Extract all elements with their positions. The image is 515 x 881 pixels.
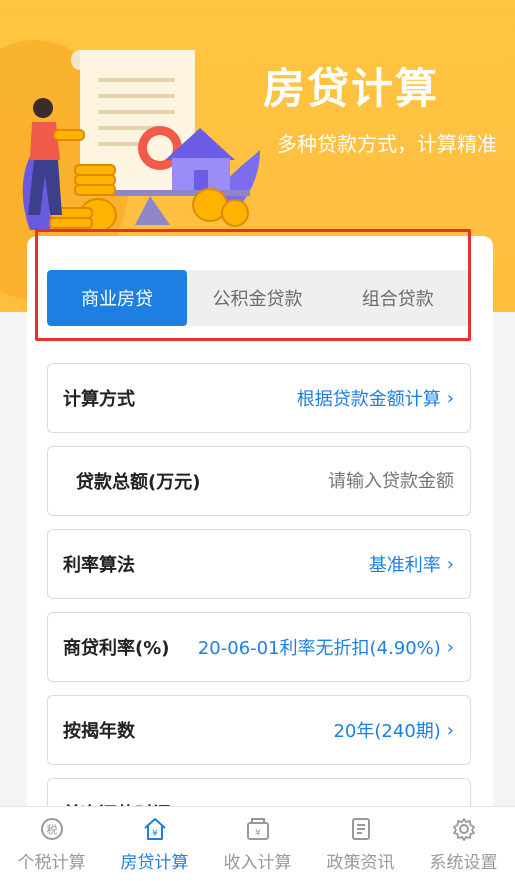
tabbar-item-house-loan[interactable]: ¥ 房贷计算 (103, 807, 206, 881)
tax-icon: 税 (40, 817, 63, 840)
svg-text:¥: ¥ (152, 829, 158, 839)
tabbar-item-income[interactable]: ¥ 收入计算 (206, 807, 309, 881)
commercial-rate-label: 商贷利率(%) (63, 638, 170, 659)
commercial-rate-row[interactable]: 商贷利率(%) 20-06-01利率无折扣(4.90%) › (47, 612, 471, 682)
years-value[interactable]: 20年(240期) › (333, 717, 454, 743)
tabbar-label: 系统设置 (429, 852, 498, 873)
rate-method-label: 利率算法 (63, 555, 135, 576)
page-title: 房贷计算 (262, 64, 439, 113)
calc-method-value-text: 根据贷款金额计算 (296, 389, 441, 410)
tabbar-item-tax[interactable]: 税 个税计算 (0, 807, 103, 881)
svg-text:¥: ¥ (255, 828, 261, 838)
rate-method-value-text: 基准利率 (368, 555, 441, 576)
loan-total-input[interactable] (274, 470, 454, 492)
loan-type-tabs: 商业房贷 公积金贷款 组合贷款 (47, 270, 468, 326)
calc-method-value[interactable]: 根据贷款金额计算 › (297, 385, 454, 411)
tab-commercial-loan[interactable]: 商业房贷 (47, 270, 188, 326)
years-label: 按揭年数 (63, 721, 135, 742)
calc-method-row[interactable]: 计算方式 根据贷款金额计算 › (47, 363, 471, 433)
tab-provident-fund-loan[interactable]: 公积金贷款 (187, 270, 327, 326)
loan-total-row: 贷款总额(万元) (47, 446, 471, 516)
chevron-right-icon: › (446, 553, 454, 575)
tabbar-label: 政策资讯 (326, 852, 395, 873)
commercial-rate-value[interactable]: 20-06-01利率无折扣(4.90%) › (198, 634, 454, 660)
wallet-icon: ¥ (246, 817, 269, 840)
loan-total-label: 贷款总额(万元) (76, 472, 201, 493)
years-value-text: 20年(240期) (333, 721, 441, 742)
document-icon (351, 817, 370, 840)
tabbar-label: 房贷计算 (120, 852, 189, 873)
bottom-tab-bar: 税 个税计算 ¥ 房贷计算 ¥ 收入计算 政策资讯 系统设置 (0, 806, 515, 881)
years-row[interactable]: 按揭年数 20年(240期) › (47, 695, 471, 765)
mortgage-illustration-icon (22, 50, 260, 232)
tabbar-item-settings[interactable]: 系统设置 (412, 807, 515, 881)
rate-method-value[interactable]: 基准利率 › (369, 551, 454, 577)
chevron-right-icon: › (446, 719, 454, 741)
house-loan-icon: ¥ (143, 817, 166, 840)
calc-method-label: 计算方式 (63, 389, 135, 410)
tabbar-label: 个税计算 (17, 852, 86, 873)
page-subtitle: 多种贷款方式，计算精准 (277, 132, 497, 156)
tabbar-item-policy[interactable]: 政策资讯 (309, 807, 412, 881)
chevron-right-icon: › (446, 387, 454, 409)
rate-method-row[interactable]: 利率算法 基准利率 › (47, 529, 471, 599)
gear-icon (452, 817, 475, 841)
commercial-rate-value-text: 20-06-01利率无折扣(4.90%) (197, 638, 441, 659)
svg-text:税: 税 (46, 822, 57, 836)
tab-combined-loan[interactable]: 组合贷款 (328, 270, 468, 326)
tabbar-label: 收入计算 (223, 852, 292, 873)
chevron-right-icon: › (446, 636, 454, 658)
